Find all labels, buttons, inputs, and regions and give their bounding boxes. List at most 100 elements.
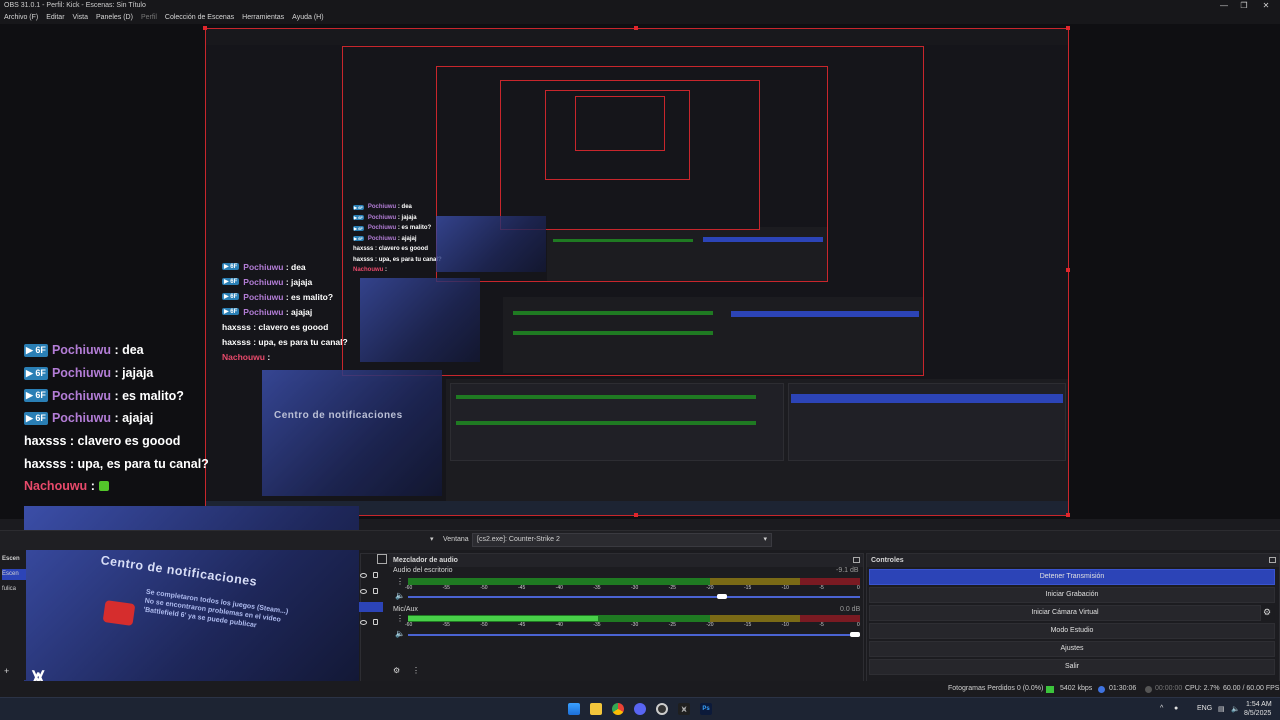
menu-paneles[interactable]: Paneles (D) (96, 11, 133, 24)
nested-menubar (206, 29, 1068, 45)
mixer-menu-icon[interactable]: ⋮ (412, 666, 420, 675)
clock-date[interactable]: 8/5/2025 (1244, 710, 1271, 717)
meter-tick-label: -45 (518, 622, 526, 628)
resize-handle-tr[interactable] (1066, 26, 1070, 30)
kick-app-icon[interactable]: ⩙ (678, 703, 690, 715)
obs-icon[interactable] (656, 703, 668, 715)
chat-message: : jajaja (114, 366, 154, 381)
exit-button[interactable]: Salir (869, 659, 1275, 675)
speaker-icon[interactable]: 🔈 (395, 591, 405, 600)
chat-message: : ajajaj (114, 411, 154, 426)
notification-text: Se completaron todos los juegos (Steam..… (142, 588, 289, 630)
menu-editar[interactable]: Editar (46, 11, 64, 24)
studio-mode-button[interactable]: Modo Estudio (869, 623, 1275, 639)
nested-notification-1: Centro de notificaciones (262, 370, 442, 496)
chevron-down-icon[interactable]: ▾ (430, 535, 434, 543)
add-scene-button[interactable]: + (4, 666, 9, 676)
channel-name: Mic/Aux (393, 606, 418, 613)
visibility-eye-icon[interactable] (360, 573, 367, 578)
chat-username: haxsss (24, 434, 67, 449)
chat-badge-icon: ▶ 6F (353, 236, 364, 242)
meter-tick-label: -50 (480, 585, 488, 591)
window-source-label: Ventana (443, 536, 469, 543)
advanced-audio-gear-icon[interactable]: ⚙ (393, 666, 400, 675)
fps: 60.00 / 60.00 FPS (1223, 685, 1280, 692)
start-virtual-camera-button[interactable]: Iniciar Cámara Virtual (869, 605, 1261, 621)
nested-notification-2 (360, 278, 480, 362)
file-explorer-icon[interactable] (590, 703, 602, 715)
channel-db: 0.0 dB (840, 606, 861, 613)
chat-message: : es malito? (114, 388, 184, 403)
resize-handle-tl[interactable] (203, 26, 207, 30)
scene-item[interactable]: fulica (2, 584, 26, 595)
chat-badge-icon: ▶ 6F (222, 308, 240, 315)
meter-tick-label: -55 (442, 585, 450, 591)
volume-slider[interactable] (408, 596, 860, 598)
meter-level (408, 616, 598, 621)
lock-icon[interactable] (373, 619, 378, 625)
menu-perfil[interactable]: Perfil (141, 11, 157, 24)
dock-float-icon[interactable] (377, 554, 387, 564)
meter-ticks: -60 -55 -50 -45 -40 -35 -30 -25 -20 -15 -10 -5 0 (405, 585, 860, 591)
tray-discord-icon[interactable]: ● (1174, 705, 1178, 712)
volume-slider-knob[interactable] (717, 594, 728, 599)
meter-tick-label: -5 (819, 622, 824, 628)
volume-icon[interactable]: 🔈 (1231, 705, 1240, 713)
resize-handle-r[interactable] (1066, 268, 1070, 272)
chat-username: Pochiuwu (51, 366, 111, 381)
chat-username: Nachouwu (24, 479, 88, 494)
stream-time: 01:30:06 (1109, 685, 1137, 692)
lock-icon[interactable] (373, 588, 378, 594)
chat-username: haxsss (24, 456, 67, 471)
menu-ayuda[interactable]: Ayuda (H) (292, 11, 323, 24)
menu-archivo[interactable]: Archivo (F) (4, 11, 38, 24)
windows-start-icon[interactable] (568, 703, 580, 715)
visibility-eye-icon[interactable] (360, 589, 367, 594)
emote-icon (98, 481, 109, 492)
volume-slider[interactable] (408, 634, 860, 636)
kebab-menu-icon[interactable]: ⋮ (396, 614, 404, 623)
close-button[interactable]: ✕ (1256, 0, 1276, 11)
menu-bar: Archivo (F) Editar Vista Paneles (D) Per… (0, 11, 1280, 24)
lock-icon[interactable] (373, 572, 378, 578)
resize-handle-b[interactable] (634, 513, 638, 517)
start-recording-button[interactable]: Iniciar Grabación (869, 587, 1275, 603)
network-icon[interactable]: ▤ (1218, 705, 1225, 713)
nested-notification-3 (436, 216, 546, 272)
chat-username: Pochiuwu (51, 388, 111, 403)
resize-handle-br[interactable] (1066, 513, 1070, 517)
window-source-select[interactable]: [cs2.exe]: Counter-Strike 2 ▾ (472, 533, 772, 547)
meter-tick-label: -15 (744, 585, 752, 591)
chat-badge-icon: ▶ 6F (353, 215, 364, 221)
status-bar: Fotogramas Perdidos 0 (0.0%) 5402 kbps 0… (0, 681, 1280, 697)
resize-handle-t[interactable] (634, 26, 638, 30)
discord-icon[interactable] (634, 703, 646, 715)
minimize-button[interactable]: — (1214, 0, 1234, 11)
meter-tick-label: -30 (631, 622, 639, 628)
menu-vista[interactable]: Vista (73, 11, 88, 24)
meter-tick-label: -10 (781, 585, 789, 591)
language-indicator[interactable]: ENG (1197, 705, 1212, 712)
stream-status-icon (1098, 686, 1105, 693)
speaker-icon[interactable]: 🔈 (395, 629, 405, 638)
channel-name: Audio del escritorio (393, 567, 453, 574)
virtual-camera-gear-icon[interactable]: ⚙ (1263, 607, 1271, 618)
volume-slider-knob[interactable] (850, 632, 860, 637)
chrome-icon[interactable] (612, 703, 624, 715)
maximize-button[interactable]: ❐ (1234, 0, 1254, 11)
tray-chevron-icon[interactable]: ^ (1160, 705, 1163, 712)
dropped-frames: Fotogramas Perdidos 0 (0.0%) (948, 685, 1044, 692)
menu-coleccion-escenas[interactable]: Colección de Escenas (165, 11, 234, 24)
stop-streaming-button[interactable]: Detener Transmisión (869, 569, 1275, 585)
chat-overlay: ▶ 6F Pochiuwu : dea ▶ 6F Pochiuwu : jajaja… (24, 339, 209, 498)
undock-icon[interactable] (853, 557, 860, 563)
settings-button[interactable]: Ajustes (869, 641, 1275, 657)
scene-item[interactable]: Escen (2, 569, 26, 580)
chat-message: : (90, 479, 95, 494)
photoshop-icon[interactable]: Ps (700, 703, 712, 715)
menu-herramientas[interactable]: Herramientas (242, 11, 284, 24)
undock-icon[interactable] (1269, 557, 1276, 563)
kebab-menu-icon[interactable]: ⋮ (396, 577, 404, 586)
clock-time[interactable]: 1:54 AM (1246, 701, 1272, 708)
visibility-eye-icon[interactable] (360, 620, 367, 625)
